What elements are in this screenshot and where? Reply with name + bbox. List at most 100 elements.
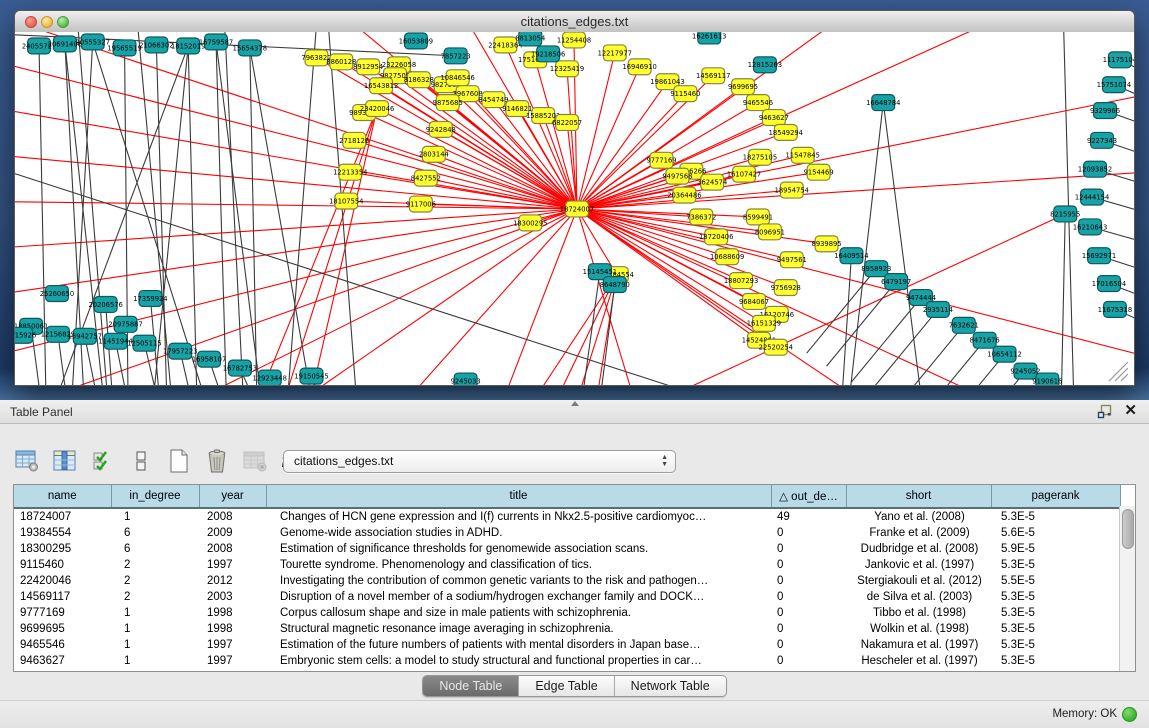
table-row[interactable]: 946554611997Estimation of the future num…: [14, 637, 1120, 653]
graph-node[interactable]: 8215955: [1050, 206, 1080, 222]
table-scrollbar-thumb[interactable]: [1122, 509, 1134, 549]
graph-node[interactable]: 2935114: [923, 301, 953, 317]
graph-node[interactable]: 20975887: [108, 316, 142, 332]
resize-grip-icon[interactable]: [1109, 362, 1128, 381]
graph-node[interactable]: 14569117: [696, 68, 730, 84]
graph-node[interactable]: 12213354: [333, 164, 367, 180]
graph-node[interactable]: 15654378: [233, 40, 267, 56]
graph-node[interactable]: 8648790: [600, 277, 630, 293]
graph-node[interactable]: 21066302: [139, 37, 173, 53]
graph-node[interactable]: 9245033: [451, 373, 481, 385]
graph-node[interactable]: 9115460: [670, 86, 700, 102]
graph-node[interactable]: 9242848: [426, 121, 456, 137]
graph-node[interactable]: 8471676: [970, 332, 1000, 348]
graph-node[interactable]: 18549294: [769, 124, 803, 140]
table-row[interactable]: 977716911998Corpus callosum shape and si…: [14, 605, 1120, 621]
graph-node[interactable]: 11175104: [1103, 52, 1134, 68]
graph-node[interactable]: 2803144: [419, 146, 449, 162]
delete-table-icon[interactable]: [242, 449, 267, 474]
graph-node[interactable]: 8427552: [411, 170, 441, 186]
table-scrollbar[interactable]: [1119, 506, 1135, 671]
graph-node-label: 2803144: [419, 151, 449, 159]
graph-node[interactable]: 6479197: [881, 274, 911, 290]
table-row[interactable]: 911546021997Tourette syndrome. Phenomeno…: [14, 557, 1120, 573]
graph-node[interactable]: 12444154: [1075, 189, 1109, 205]
table-row[interactable]: 1938455462009Genome-wide association stu…: [14, 525, 1120, 541]
graph-node[interactable]: 9497568: [662, 168, 692, 184]
graph-node[interactable]: 9227343: [1087, 132, 1117, 148]
graph-node[interactable]: 12815263: [748, 57, 782, 73]
float-panel-icon[interactable]: [1097, 404, 1112, 419]
network-canvas[interactable]: 1872400779638228860128891295423226058982…: [15, 32, 1134, 385]
graph-node[interactable]: 6822057: [552, 115, 582, 131]
new-column-icon[interactable]: [166, 449, 191, 474]
graph-node[interactable]: 9117006: [406, 196, 436, 212]
graph-node[interactable]: 11254408: [557, 32, 591, 48]
table-row[interactable]: 1830029562008Estimation of significance …: [14, 541, 1120, 557]
graph-node[interactable]: 19150545: [294, 368, 328, 384]
column-header-name[interactable]: name: [14, 485, 111, 508]
column-header-year[interactable]: year: [199, 485, 266, 508]
graph-node[interactable]: 9154469: [804, 164, 834, 180]
graph-node[interactable]: 9699695: [728, 79, 758, 95]
table-select-dropdown[interactable]: citations_edges.txt ▲▼: [283, 450, 676, 473]
graph-node[interactable]: 7857223: [441, 48, 471, 64]
column-header-pagerank[interactable]: pagerank: [991, 485, 1120, 508]
graph-node[interactable]: 8096951: [755, 224, 785, 240]
graph-node[interactable]: 7632621: [949, 317, 979, 333]
graph-node[interactable]: 9777169: [646, 152, 676, 168]
graph-node[interactable]: 8939895: [812, 236, 842, 252]
graph-node[interactable]: 9329966: [1090, 103, 1120, 119]
delete-icon[interactable]: [204, 449, 229, 474]
table-row[interactable]: 2242004622012Investigating the contribut…: [14, 573, 1120, 589]
graph-node[interactable]: 2718126: [339, 132, 369, 148]
graph-node[interactable]: 9756928: [771, 280, 801, 296]
column-header-in-degree[interactable]: in_degree: [111, 485, 199, 508]
column-header-short[interactable]: short: [846, 485, 991, 508]
graph-node[interactable]: 16261613: [692, 32, 726, 44]
tab-network-table[interactable]: Network Table: [615, 676, 726, 696]
unselect-all-icon[interactable]: [128, 449, 153, 474]
table-mode-icon[interactable]: [14, 449, 39, 474]
table-row[interactable]: 1456911722003Disruption of a novel membe…: [14, 589, 1120, 605]
graph-node[interactable]: 17016504: [1092, 276, 1126, 292]
graph-node[interactable]: 15692971: [1082, 248, 1116, 264]
graph-node[interactable]: 9875685: [433, 95, 463, 111]
column-header-title[interactable]: title: [266, 485, 771, 508]
graph-node[interactable]: 8599491: [743, 209, 773, 225]
graph-node[interactable]: 16107427: [727, 166, 761, 182]
column-header-out-degree[interactable]: △ out_de…: [771, 485, 846, 508]
close-panel-icon[interactable]: ✕: [1124, 403, 1137, 419]
graph-node[interactable]: 8813054: [515, 32, 545, 46]
select-all-icon[interactable]: [90, 449, 115, 474]
table-row[interactable]: 1872400712008Changes of HCN gene express…: [14, 508, 1120, 525]
graph-node[interactable]: 3624574: [697, 174, 727, 190]
graph-node[interactable]: 8912954: [353, 59, 383, 75]
graph-node[interactable]: 8860128: [326, 54, 356, 70]
graph-node-label: 9463627: [759, 114, 789, 122]
graph-node[interactable]: 12325419: [550, 61, 584, 77]
graph-node[interactable]: 12217977: [598, 45, 632, 61]
table-row[interactable]: 969969511998Structural magnetic resonanc…: [14, 621, 1120, 637]
graph-node[interactable]: 9463627: [759, 110, 789, 126]
graph-node-label: 9875685: [433, 99, 463, 107]
graph-node[interactable]: 16210643: [1073, 219, 1107, 235]
splitter-handle[interactable]: [571, 401, 579, 406]
graph-node[interactable]: 9190616: [1032, 373, 1062, 385]
graph-node[interactable]: 8186328: [404, 72, 434, 88]
tab-node-table[interactable]: Node Table: [423, 676, 519, 696]
graph-node[interactable]: 9497561: [777, 252, 807, 268]
table-header-row[interactable]: name in_degree year title △ out_de… shor…: [14, 485, 1120, 508]
graph-node[interactable]: 9465546: [743, 95, 773, 111]
graph-node[interactable]: 16648784: [866, 95, 900, 111]
graph-node[interactable]: 16053809: [399, 33, 433, 49]
network-window[interactable]: citations_edges.txt 18724007796382288601…: [14, 10, 1135, 386]
graph-node[interactable]: 9684067: [739, 294, 769, 310]
window-titlebar[interactable]: citations_edges.txt: [15, 11, 1134, 33]
graph-node[interactable]: 7386372: [686, 209, 716, 225]
tab-edge-table[interactable]: Edge Table: [519, 676, 614, 696]
graph-node[interactable]: 16409514: [834, 248, 868, 264]
graph-node[interactable]: 16946910: [622, 59, 656, 75]
table-row[interactable]: 946362711997Embryonic stem cells: a mode…: [14, 653, 1120, 669]
show-column-icon[interactable]: [52, 449, 77, 474]
